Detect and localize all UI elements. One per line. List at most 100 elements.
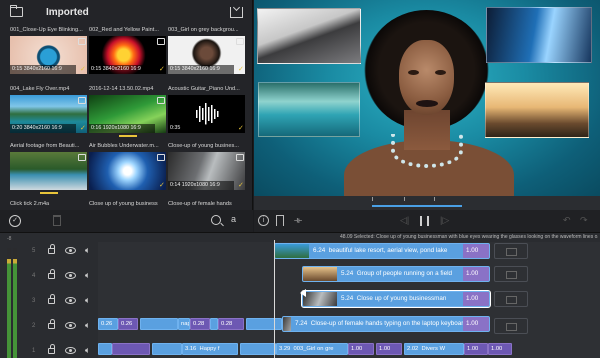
clip-name[interactable]: Close up of young business	[89, 201, 158, 207]
clip-name: 002_Red and Yellow Paint...	[89, 27, 159, 33]
split-icon[interactable]: ⟛	[294, 215, 302, 226]
track-number: 5	[32, 248, 36, 254]
transition-clip[interactable]: 1.00	[488, 343, 512, 355]
fx-segment[interactable]: 1.00	[463, 292, 489, 306]
select-check-icon[interactable]: ✓	[9, 215, 21, 227]
folder-icon[interactable]	[10, 5, 23, 17]
search-icon[interactable]	[211, 215, 221, 225]
lock-icon[interactable]	[48, 244, 55, 254]
transition-clip[interactable]: 1.00	[376, 343, 402, 355]
fx-value: 1.00	[466, 320, 479, 327]
speaker-icon[interactable]: 🔈︎	[85, 346, 90, 355]
lock-icon[interactable]	[48, 269, 55, 279]
clip-duration: 5.24	[341, 270, 354, 277]
speaker-icon[interactable]: 🔈︎	[85, 246, 90, 255]
timeline-clip-thumbnail[interactable]	[140, 318, 178, 330]
transition-clip[interactable]	[112, 343, 150, 355]
transition-clip[interactable]: 0.26	[118, 318, 138, 330]
pip-people-field[interactable]	[485, 82, 589, 138]
transition-clip[interactable]: 0.28	[218, 318, 244, 330]
fx-segment[interactable]: 1.00	[463, 244, 489, 258]
media-clip[interactable]: 003_Girl on grey backgrou... 0:15 3840x2…	[168, 27, 245, 75]
media-clip[interactable]: Close-up of young busines... 0:14 1920x1…	[168, 143, 245, 191]
speaker-icon[interactable]: 🔈︎	[85, 296, 90, 305]
media-clip[interactable]: Air Bubbles Underwater.m... ✓	[89, 143, 166, 191]
clip-placeholder[interactable]	[494, 243, 528, 259]
track-number: 2	[32, 323, 36, 329]
redo-icon[interactable]: ↷	[580, 215, 588, 226]
media-clip[interactable]: Aerial footage from Beauti...	[10, 143, 87, 194]
timeline-clip[interactable]: 3.16 Happy f	[182, 343, 238, 355]
visibility-icon[interactable]	[65, 322, 76, 329]
check-icon: ✓	[80, 66, 86, 73]
visibility-icon[interactable]	[65, 347, 76, 354]
timeline-clip[interactable]	[98, 343, 112, 355]
visibility-icon[interactable]	[65, 297, 76, 304]
timeline-clip[interactable]: 2.02 Divers W	[404, 343, 464, 355]
video-icon	[157, 38, 165, 45]
clip-name: Close-up of young busines...	[168, 143, 239, 149]
pip-lake-resort[interactable]	[258, 82, 360, 137]
lock-icon[interactable]	[48, 344, 55, 354]
viewer-scrub-strip[interactable]	[254, 196, 600, 210]
timeline-clip-selected[interactable]: 5.24 Close up of young businessman 1.00	[301, 290, 491, 308]
media-clip[interactable]: 002_Red and Yellow Paint... 0:15 3840x21…	[89, 27, 166, 75]
pause-icon[interactable]	[420, 216, 429, 226]
clip-placeholder[interactable]	[494, 291, 528, 307]
info-icon[interactable]: i	[258, 215, 269, 226]
clip-thumbnail	[10, 152, 87, 190]
clip-name: 001_Close-Up Eye Blinking...	[10, 27, 83, 33]
viewer-controls: i ⟛ ◁| |▷ ↶ ↷	[254, 210, 600, 232]
pip-laptop-hands[interactable]	[257, 8, 361, 64]
timeline-clip[interactable]: 5.24 Group of people running on a field …	[302, 266, 490, 282]
timeline-clip[interactable]: 6.24 beautiful lake resort, aerial view,…	[274, 243, 490, 259]
check-icon: ✓	[238, 125, 244, 132]
clip-duration: 3.16	[185, 346, 197, 352]
visibility-icon[interactable]	[65, 272, 76, 279]
video-icon	[236, 154, 244, 161]
timeline-clip-thumbnail[interactable]	[152, 343, 182, 355]
marker-icon[interactable]	[276, 215, 284, 226]
timeline-clip[interactable]: 0.26	[98, 318, 118, 330]
transition-clip[interactable]: 1.00	[464, 343, 488, 355]
next-frame-icon[interactable]: |▷	[440, 215, 449, 226]
lock-icon[interactable]	[48, 319, 55, 329]
clip-name[interactable]: Click tick 2.m4a	[10, 201, 49, 207]
timeline-clip[interactable]: nap	[178, 318, 190, 330]
timeline-clip-thumbnail[interactable]	[246, 318, 282, 330]
transition-clip[interactable]: 1.00	[348, 343, 374, 355]
preview-viewer[interactable]	[254, 0, 600, 196]
clip-placeholder[interactable]	[494, 266, 528, 282]
clip-name: Air Bubbles Underwater.m...	[89, 143, 159, 149]
timeline-clip[interactable]: 3.29 003_Girl on gre	[276, 343, 348, 355]
audio-meter-right	[13, 248, 17, 358]
media-clip[interactable]: 001_Close-Up Eye Blinking... 0:15 3840x2…	[10, 27, 87, 75]
usage-bar	[119, 135, 137, 137]
import-icon[interactable]	[230, 7, 243, 18]
media-clip[interactable]: Acoustic Guitar_Piano Und... 0:35 ✓	[168, 86, 245, 134]
fx-segment[interactable]: 1.00	[463, 267, 489, 281]
clip-placeholder[interactable]	[494, 318, 528, 334]
lock-icon[interactable]	[48, 294, 55, 304]
trash-icon[interactable]	[53, 215, 61, 226]
sort-alpha-icon[interactable]: a	[231, 214, 243, 226]
clip-label: 7.24 Close-up of female hands typing on …	[295, 320, 467, 327]
timeline-clip[interactable]: 7.24 Close-up of female hands typing on …	[282, 316, 490, 332]
media-clip[interactable]: 004_Lake Fly Over.mp4 0:20 3840x2160 16:…	[10, 86, 87, 134]
undo-icon[interactable]: ↶	[563, 215, 571, 226]
pip-businessman-glasses[interactable]	[486, 7, 592, 63]
trim-handle-icon[interactable]	[300, 289, 306, 297]
track-header: 3 🔈︎	[22, 291, 98, 315]
media-clip[interactable]: 2016-12-14 13.50.02.mp4 0:16 1920x1080 1…	[89, 86, 166, 137]
speaker-icon[interactable]: 🔈︎	[85, 271, 90, 280]
previous-frame-icon[interactable]: ◁|	[400, 215, 409, 226]
visibility-icon[interactable]	[65, 247, 76, 254]
speaker-icon[interactable]: 🔈︎	[85, 321, 90, 330]
timeline-clip-thumbnail[interactable]	[240, 343, 276, 355]
transition-clip[interactable]: 0.28	[190, 318, 210, 330]
fx-segment[interactable]: 1.00	[463, 317, 489, 331]
playhead[interactable]	[274, 240, 275, 358]
check-icon: ✓	[238, 66, 244, 73]
timeline-clip[interactable]	[210, 318, 218, 330]
clip-name[interactable]: Close-up of female hands	[168, 201, 232, 207]
